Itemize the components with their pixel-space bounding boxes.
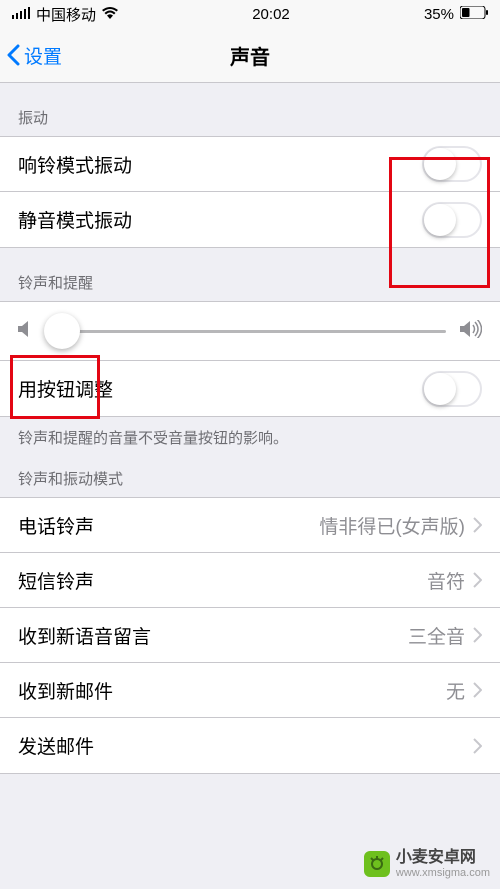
section-footer-ringer: 铃声和提醒的音量不受音量按钮的影响。 [0, 417, 500, 452]
voicemail-value: 三全音 [408, 622, 465, 649]
status-bar: 中国移动 20:02 35% [0, 0, 500, 28]
chevron-right-icon [473, 682, 482, 698]
chevron-left-icon [6, 44, 20, 66]
volume-low-icon [18, 320, 32, 343]
back-label: 设置 [24, 42, 62, 69]
carrier-label: 中国移动 [36, 4, 96, 25]
cell-group-patterns: 电话铃声 情非得已(女声版) 短信铃声 音符 收到新语音留言 三全音 收到新邮件… [0, 497, 500, 774]
cell-group-vibration: 响铃模式振动 静音模式振动 [0, 136, 500, 248]
cell-silent-vibrate: 静音模式振动 [0, 192, 500, 247]
chevron-right-icon [473, 738, 482, 754]
section-header-vibration: 振动 [0, 83, 500, 136]
cell-new-mail[interactable]: 收到新邮件 无 [0, 663, 500, 718]
cell-button-change: 用按钮调整 [0, 361, 500, 416]
section-header-ringer: 铃声和提醒 [0, 248, 500, 301]
voicemail-label: 收到新语音留言 [18, 622, 408, 649]
cell-ring-vibrate: 响铃模式振动 [0, 137, 500, 192]
text-tone-label: 短信铃声 [18, 567, 427, 594]
cell-text-tone[interactable]: 短信铃声 音符 [0, 553, 500, 608]
volume-slider-thumb[interactable] [44, 313, 80, 349]
button-change-label: 用按钮调整 [18, 375, 422, 402]
signal-icon [12, 6, 30, 23]
ring-vibrate-toggle[interactable] [422, 146, 482, 182]
status-time: 20:02 [252, 6, 290, 23]
nav-bar: 设置 声音 [0, 28, 500, 83]
cell-voicemail[interactable]: 收到新语音留言 三全音 [0, 608, 500, 663]
new-mail-value: 无 [446, 677, 465, 704]
watermark: 小麦安卓网 www.xmsigma.com [364, 849, 490, 879]
chevron-right-icon [473, 517, 482, 533]
cell-group-slider [0, 301, 500, 361]
button-change-toggle[interactable] [422, 371, 482, 407]
sent-mail-label: 发送邮件 [18, 732, 465, 759]
silent-vibrate-label: 静音模式振动 [18, 206, 422, 233]
back-button[interactable]: 设置 [0, 42, 62, 69]
wifi-icon [102, 6, 118, 23]
volume-slider-cell [0, 302, 500, 360]
battery-percent: 35% [424, 6, 454, 23]
volume-high-icon [460, 320, 482, 343]
section-header-patterns: 铃声和振动模式 [0, 452, 500, 497]
battery-icon [460, 6, 488, 23]
chevron-right-icon [473, 572, 482, 588]
watermark-logo-icon [364, 851, 390, 877]
watermark-name: 小麦安卓网 [396, 849, 476, 866]
chevron-right-icon [473, 627, 482, 643]
cell-ringtone[interactable]: 电话铃声 情非得已(女声版) [0, 498, 500, 553]
cell-sent-mail[interactable]: 发送邮件 [0, 718, 500, 773]
text-tone-value: 音符 [427, 567, 465, 594]
ringtone-value: 情非得已(女声版) [319, 512, 465, 539]
new-mail-label: 收到新邮件 [18, 677, 446, 704]
watermark-url: www.xmsigma.com [396, 867, 490, 879]
ring-vibrate-label: 响铃模式振动 [18, 151, 422, 178]
silent-vibrate-toggle[interactable] [422, 202, 482, 238]
cell-group-button-change: 用按钮调整 [0, 361, 500, 417]
volume-slider[interactable] [46, 330, 446, 333]
ringtone-label: 电话铃声 [18, 512, 319, 539]
page-title: 声音 [230, 41, 270, 70]
